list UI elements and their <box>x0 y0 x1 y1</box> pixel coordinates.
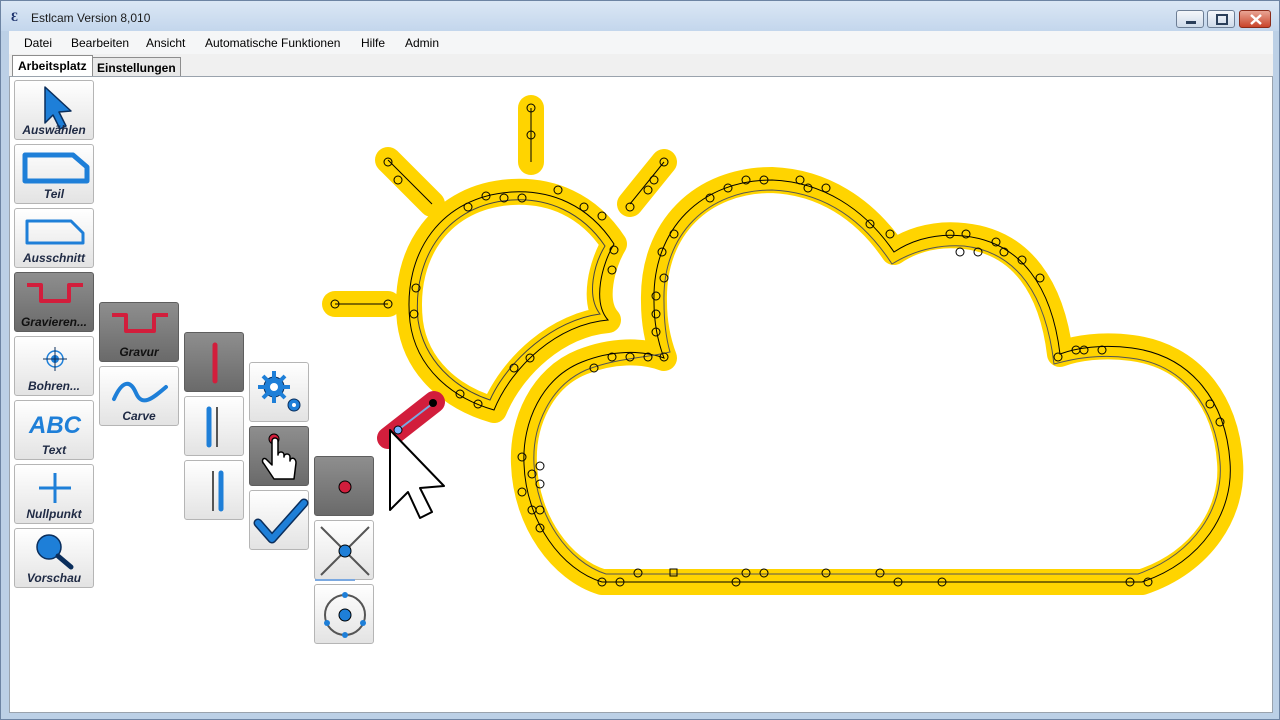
tool-teil-button[interactable]: Teil <box>14 144 94 204</box>
menu-bearbeiten[interactable]: Bearbeiten <box>71 36 129 50</box>
menu-admin[interactable]: Admin <box>405 36 439 50</box>
intersection-snap-button[interactable] <box>314 520 374 581</box>
tool-label: Vorschau <box>26 571 82 585</box>
menu-bar: Datei Bearbeiten Ansicht Automatische Fu… <box>9 31 1273 54</box>
tool-label: Bohren... <box>27 379 80 393</box>
tool-label: Teil <box>43 187 65 201</box>
engrave-center-icon <box>212 342 218 384</box>
mouse-cursor-icon <box>389 429 445 519</box>
tab-strip: Arbeitsplatz Einstellungen <box>9 54 1273 77</box>
tool-vorschau-button[interactable]: Vorschau <box>14 528 94 588</box>
menu-ansicht[interactable]: Ansicht <box>146 36 185 50</box>
tool-label: Gravieren... <box>20 315 88 329</box>
tool-gravieren-button[interactable]: Gravieren... <box>14 272 94 332</box>
tab-einstellungen[interactable]: Einstellungen <box>92 57 181 77</box>
tool-bohren-button[interactable]: Bohren... <box>14 336 94 396</box>
settings-button[interactable] <box>249 362 309 422</box>
tool-label: Auswählen <box>22 123 86 137</box>
tool-gravur-button[interactable]: Gravur <box>99 302 179 362</box>
minimize-icon <box>1186 21 1196 24</box>
estlcam-logo-icon: Ɛ <box>11 9 18 24</box>
minimize-button[interactable] <box>1176 10 1204 28</box>
tool-ausschnitt-button[interactable]: Ausschnitt <box>14 208 94 268</box>
svg-text:ABC: ABC <box>28 412 82 439</box>
menu-automatische-funktionen[interactable]: Automatische Funktionen <box>205 36 340 50</box>
toolpath-band <box>322 95 1244 595</box>
cloud-outline-path <box>510 167 1244 595</box>
circle-center-icon <box>324 592 366 638</box>
close-icon <box>1250 14 1262 25</box>
tool-label: Carve <box>122 409 156 423</box>
tool-label: Nullpunkt <box>26 507 82 521</box>
close-button[interactable] <box>1239 10 1271 28</box>
cad-drawing[interactable] <box>10 77 1272 712</box>
engrave-left-icon <box>206 406 218 448</box>
maximize-button[interactable] <box>1207 10 1235 28</box>
tool-label: Gravur <box>119 345 159 359</box>
tool-text-button[interactable]: ABC Text <box>14 400 94 460</box>
menu-datei[interactable]: Datei <box>24 36 52 50</box>
app-window: Ɛ Estlcam Version 8,010 Datei Bearbeiten… <box>0 0 1280 720</box>
drawing-canvas[interactable]: Auswählen Teil Ausschnitt Gravieren... B… <box>9 76 1273 713</box>
tool-auswaehlen-button[interactable]: Auswählen <box>14 80 94 140</box>
point-dot-icon <box>338 480 352 494</box>
sun-ring-path <box>396 178 627 423</box>
menu-hilfe[interactable]: Hilfe <box>361 36 385 50</box>
restore-icon <box>1216 14 1228 25</box>
point-snap-button[interactable] <box>314 456 374 516</box>
confirm-button[interactable] <box>249 490 309 550</box>
circle-center-snap-button[interactable] <box>314 584 374 644</box>
engrave-center-option-button[interactable] <box>184 332 244 392</box>
manual-select-button[interactable] <box>249 426 309 486</box>
tool-label: Ausschnitt <box>22 251 85 265</box>
window-title: Estlcam Version 8,010 <box>31 11 151 25</box>
gears-icon <box>258 371 301 412</box>
tool-label: Text <box>41 443 67 457</box>
tool-carve-button[interactable]: Carve <box>99 366 179 426</box>
selected-line[interactable] <box>377 391 445 449</box>
hand-pointer-icon <box>261 433 297 480</box>
intersection-icon <box>315 526 370 581</box>
title-bar[interactable]: Ɛ Estlcam Version 8,010 <box>1 1 1279 31</box>
tool-nullpunkt-button[interactable]: Nullpunkt <box>14 464 94 524</box>
engrave-right-option-button[interactable] <box>184 460 244 520</box>
engrave-right-icon <box>212 470 224 512</box>
engrave-left-option-button[interactable] <box>184 396 244 456</box>
tab-arbeitsplatz[interactable]: Arbeitsplatz <box>12 55 93 77</box>
checkmark-icon <box>253 498 309 544</box>
